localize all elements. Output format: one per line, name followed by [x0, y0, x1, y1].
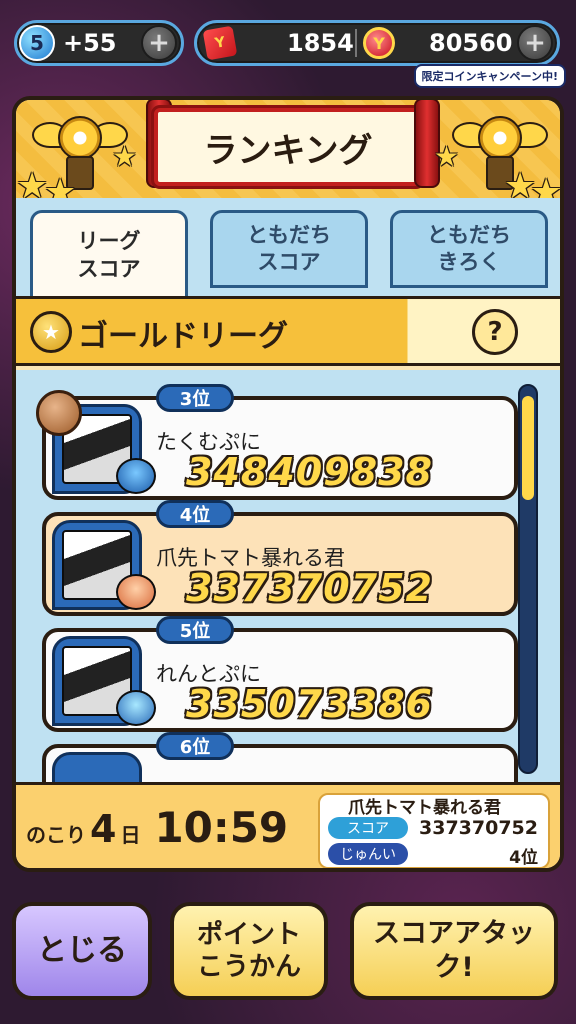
bronze-medal-icon — [36, 390, 82, 436]
my-player-name: 爪先トマト暴れる君 — [348, 798, 501, 818]
score-attack-button[interactable]: スコアアタック! — [350, 902, 558, 1000]
gold-star-icon: ★ — [30, 311, 72, 353]
remaining-days: 4 — [90, 807, 117, 851]
button-label: こうかん — [196, 952, 301, 982]
button-label: ポイント — [196, 919, 301, 950]
player-score: 335073386 — [186, 682, 433, 726]
currency-pill: Y 1854 Y 80560 + — [194, 20, 560, 66]
tab-friends-score[interactable]: ともだち スコア — [210, 210, 368, 288]
ranking-row[interactable]: 5位 れんとぷに 335073386 — [42, 616, 518, 732]
divider — [355, 29, 357, 57]
stamina-icon: 5 — [19, 25, 55, 61]
help-button[interactable]: ? — [472, 309, 518, 355]
remaining-label: のこり — [26, 823, 86, 847]
ranking-list[interactable]: 3位 たくむぷに 348409838 4位 爪先トマト暴れる君 33737075… — [16, 370, 560, 782]
coin-count: 80560 — [429, 29, 513, 57]
panel-header: ★ ★ ★ ランキング ★ ★ ★ — [16, 100, 560, 213]
scrollbar[interactable] — [518, 384, 538, 774]
stamina-value: +55 — [63, 29, 117, 57]
avatar-frame — [52, 752, 142, 782]
my-result-card: 爪先トマト暴れる君 スコア 337370752 じゅんい 4位 — [318, 793, 550, 868]
ticket-count: 1854 — [287, 29, 354, 57]
eye-icon — [478, 116, 522, 160]
scrollbar-thumb[interactable] — [522, 396, 534, 500]
page-title: ランキング — [154, 108, 422, 186]
coin-campaign-badge[interactable]: 限定コインキャンペーン中! — [413, 64, 566, 88]
star-icon: ★ — [434, 140, 460, 173]
top-status-bar: 5 +55 + Y 1854 Y 80560 + 限定コインキャンペーン中! — [0, 0, 576, 88]
ticket-icon: Y — [202, 25, 238, 61]
add-coins-button[interactable]: + — [517, 25, 553, 61]
my-rank: 4位 — [509, 848, 538, 868]
star-icon: ★ — [112, 140, 138, 173]
rank-chip: じゅんい — [328, 843, 408, 865]
close-button[interactable]: とじる — [12, 902, 152, 1000]
character-icon — [116, 458, 156, 494]
tab-label: リーグ — [77, 229, 141, 254]
rank-badge: 3位 — [156, 384, 234, 412]
tab-label: ともだち — [247, 222, 331, 247]
tab-label: きろく — [437, 250, 501, 274]
player-score: 337370752 — [186, 566, 433, 610]
stamina-level: 5 — [30, 31, 44, 55]
character-icon — [116, 574, 156, 610]
point-exchange-button[interactable]: ポイント こうかん — [170, 902, 328, 1000]
ranking-panel: ★ ★ ★ ランキング ★ ★ ★ リーグ スコア ともだち スコア ともだち きろく… — [12, 96, 564, 872]
score-chip: スコア — [328, 817, 408, 839]
player-score: 348409838 — [186, 450, 433, 494]
league-bar: ★ ゴールドリーグ ? — [16, 296, 560, 366]
character-icon — [116, 690, 156, 726]
remaining-time: 10:59 — [154, 803, 289, 852]
tab-label: スコア — [77, 256, 141, 281]
my-score: 337370752 — [419, 817, 538, 839]
rank-badge: 6位 — [156, 732, 234, 760]
tab-label: スコア — [257, 250, 321, 274]
rank-badge: 4位 — [156, 500, 234, 528]
eye-icon — [58, 116, 102, 160]
panel-footer: のこり 4 日 10:59 爪先トマト暴れる君 スコア 337370752 じゅ… — [16, 782, 560, 868]
ranking-row-self[interactable]: 4位 爪先トマト暴れる君 337370752 — [42, 500, 518, 616]
tab-league-score[interactable]: リーグ スコア — [30, 210, 188, 298]
days-unit: 日 — [120, 823, 141, 847]
tab-label: ともだち — [427, 222, 511, 247]
coin-icon: Y — [363, 27, 395, 59]
ranking-row[interactable]: 3位 たくむぷに 348409838 — [36, 384, 518, 500]
league-title: ゴールドリーグ — [78, 319, 288, 354]
add-stamina-button[interactable]: + — [141, 25, 177, 61]
time-remaining: のこり 4 日 10:59 — [26, 803, 288, 852]
tab-friends-records[interactable]: ともだち きろく — [390, 210, 548, 288]
rank-badge: 5位 — [156, 616, 234, 644]
stamina-pill: 5 +55 + — [14, 20, 184, 66]
ranking-row[interactable]: 6位 — [42, 732, 518, 782]
tab-bar: リーグ スコア ともだち スコア ともだち きろく — [16, 198, 560, 298]
